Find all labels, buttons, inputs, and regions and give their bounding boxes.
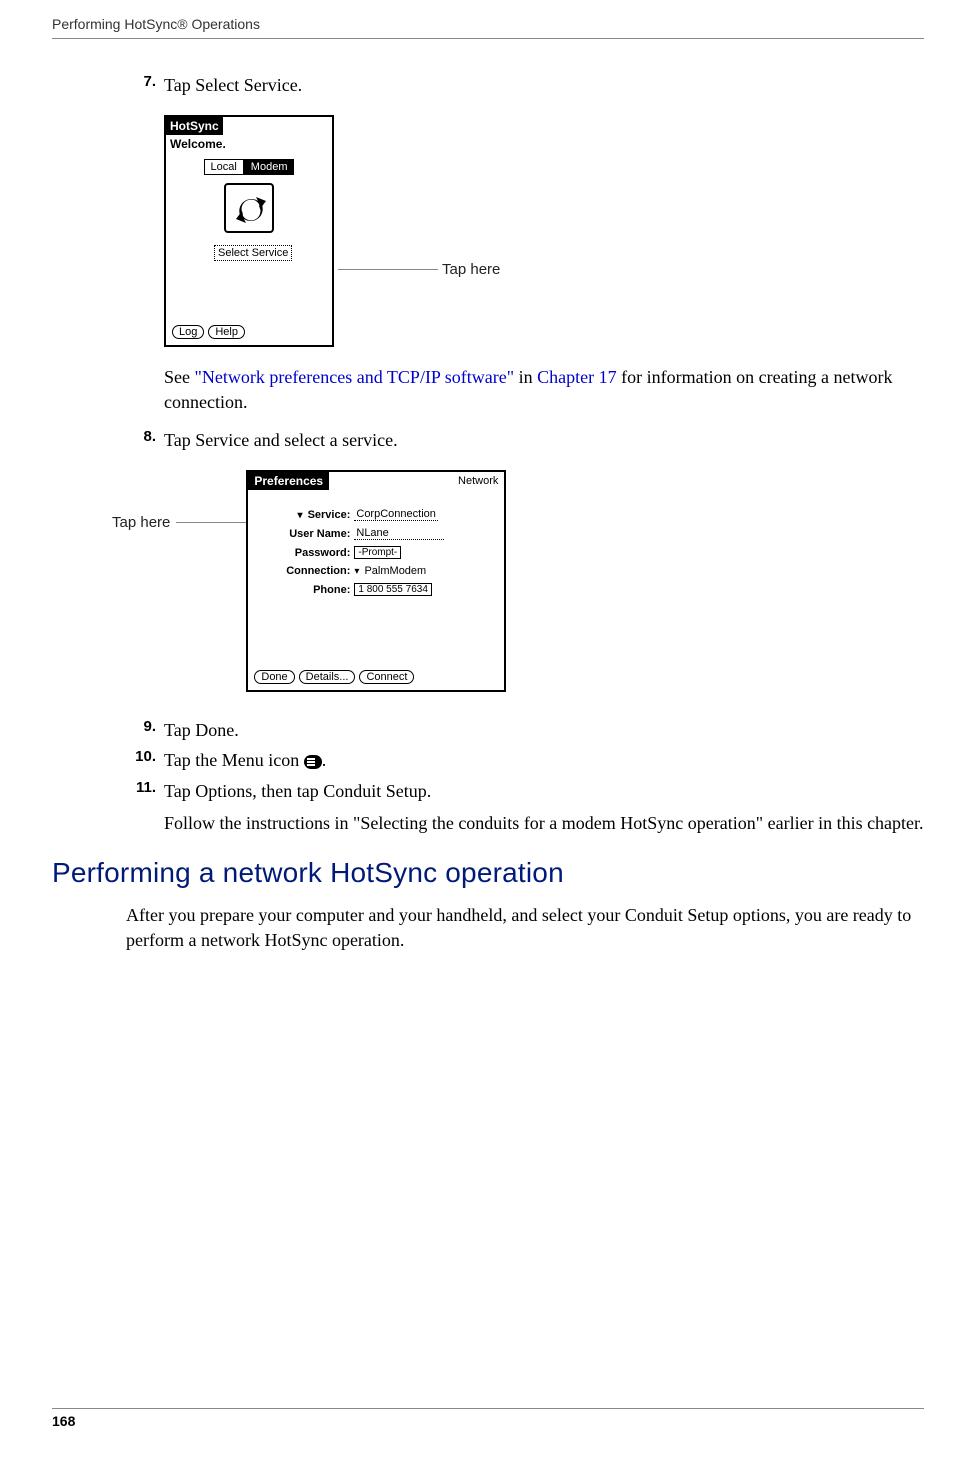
screenshot-prefs-row: Tap here Preferences Network ▾ Service: …	[112, 470, 924, 692]
prefs-bottom-buttons: Done Details... Connect	[254, 670, 414, 684]
step-text: Tap Options, then tap Conduit Setup.	[164, 781, 431, 801]
hotsync-welcome: Welcome.	[166, 135, 332, 159]
tab-modem[interactable]: Modem	[244, 159, 295, 175]
step-9: 9. Tap Done.	[164, 718, 924, 742]
value-service[interactable]: CorpConnection	[354, 508, 438, 521]
value-username[interactable]: NLane	[354, 527, 444, 540]
step-number: 10.	[126, 748, 156, 765]
prefs-title: Preferences	[248, 472, 329, 490]
prefs-header: Preferences Network	[248, 472, 504, 490]
label-connection: Connection:	[256, 565, 354, 577]
step-number: 7.	[126, 73, 156, 90]
hotsync-icon[interactable]	[224, 183, 274, 233]
label-password: Password:	[256, 547, 354, 559]
text-a: Tap the Menu icon	[164, 750, 304, 770]
page-footer: 168	[52, 1408, 924, 1429]
hotsync-screenshot: HotSync Welcome. Local Modem Select Serv…	[164, 115, 334, 347]
text: See	[164, 367, 195, 387]
link-network-prefs[interactable]: "Network preferences and TCP/IP software…	[195, 367, 515, 387]
step-text: Tap Service and select a service.	[164, 430, 398, 450]
page-content: 7. Tap Select Service. HotSync Welcome. …	[0, 39, 976, 952]
value-phone[interactable]: 1 800 555 7634	[354, 583, 432, 596]
step-number: 8.	[126, 428, 156, 445]
done-button[interactable]: Done	[254, 670, 294, 684]
section-heading-network-hotsync: Performing a network HotSync operation	[52, 857, 924, 889]
tabs: Local Modem	[166, 159, 332, 175]
row-connection: Connection: ▾ PalmModem	[256, 565, 496, 577]
row-username: User Name: NLane	[256, 527, 496, 540]
row-service: ▾ Service: CorpConnection	[256, 508, 496, 521]
dropdown-arrow-icon: ▾	[354, 566, 359, 577]
label-username: User Name:	[256, 528, 354, 540]
label-text: Service:	[308, 509, 351, 521]
bottom-buttons: Log Help	[172, 325, 245, 339]
step-text: Tap Select Service.	[164, 75, 302, 95]
section-paragraph: After you prepare your computer and your…	[126, 903, 924, 952]
step-11: 11. Tap Options, then tap Conduit Setup.	[164, 779, 924, 803]
callout-label: Tap here	[112, 514, 170, 531]
value-text: PalmModem	[364, 565, 426, 577]
menu-icon	[304, 755, 322, 769]
callout-tap-here-1: Tap here	[338, 261, 500, 278]
running-header: Performing HotSync® Operations	[0, 0, 976, 38]
value-connection[interactable]: ▾ PalmModem	[354, 565, 426, 577]
select-service-button[interactable]: Select Service	[214, 245, 292, 261]
page-number: 168	[52, 1413, 924, 1429]
text: in	[514, 367, 537, 387]
prefs-category[interactable]: Network	[458, 475, 498, 487]
step-number: 9.	[126, 718, 156, 735]
screenshot-hotsync-row: HotSync Welcome. Local Modem Select Serv…	[164, 115, 924, 347]
step-7-followup: See "Network preferences and TCP/IP soft…	[164, 365, 924, 414]
row-password: Password: -Prompt-	[256, 546, 496, 559]
label-phone: Phone:	[256, 584, 354, 596]
log-button[interactable]: Log	[172, 325, 204, 339]
step-7: 7. Tap Select Service.	[164, 73, 924, 97]
step-number: 11.	[126, 779, 156, 796]
help-button[interactable]: Help	[208, 325, 245, 339]
label-service: ▾ Service:	[256, 509, 354, 521]
callout-line	[176, 522, 246, 523]
details-button[interactable]: Details...	[299, 670, 356, 684]
preferences-screenshot: Preferences Network ▾ Service: CorpConne…	[246, 470, 506, 692]
step-8: 8. Tap Service and select a service.	[164, 428, 924, 452]
text-b: .	[322, 750, 327, 770]
step-10: 10. Tap the Menu icon .	[164, 748, 924, 772]
prefs-form: ▾ Service: CorpConnection User Name: NLa…	[248, 490, 504, 596]
callout-line	[338, 269, 438, 270]
footer-rule	[52, 1408, 924, 1409]
callout-tap-here-2: Tap here	[112, 514, 246, 531]
hotsync-titlebar: HotSync	[166, 117, 223, 135]
step-11-followup: Follow the instructions in "Selecting th…	[164, 811, 924, 835]
step-text: Tap Done.	[164, 720, 239, 740]
link-chapter-17[interactable]: Chapter 17	[537, 367, 616, 387]
dropdown-arrow-icon[interactable]: ▾	[297, 510, 302, 521]
row-phone: Phone: 1 800 555 7634	[256, 583, 496, 596]
value-password[interactable]: -Prompt-	[354, 546, 401, 559]
connect-button[interactable]: Connect	[359, 670, 414, 684]
step-text: Tap the Menu icon .	[164, 750, 326, 770]
tab-local[interactable]: Local	[204, 159, 244, 175]
callout-label: Tap here	[442, 261, 500, 278]
